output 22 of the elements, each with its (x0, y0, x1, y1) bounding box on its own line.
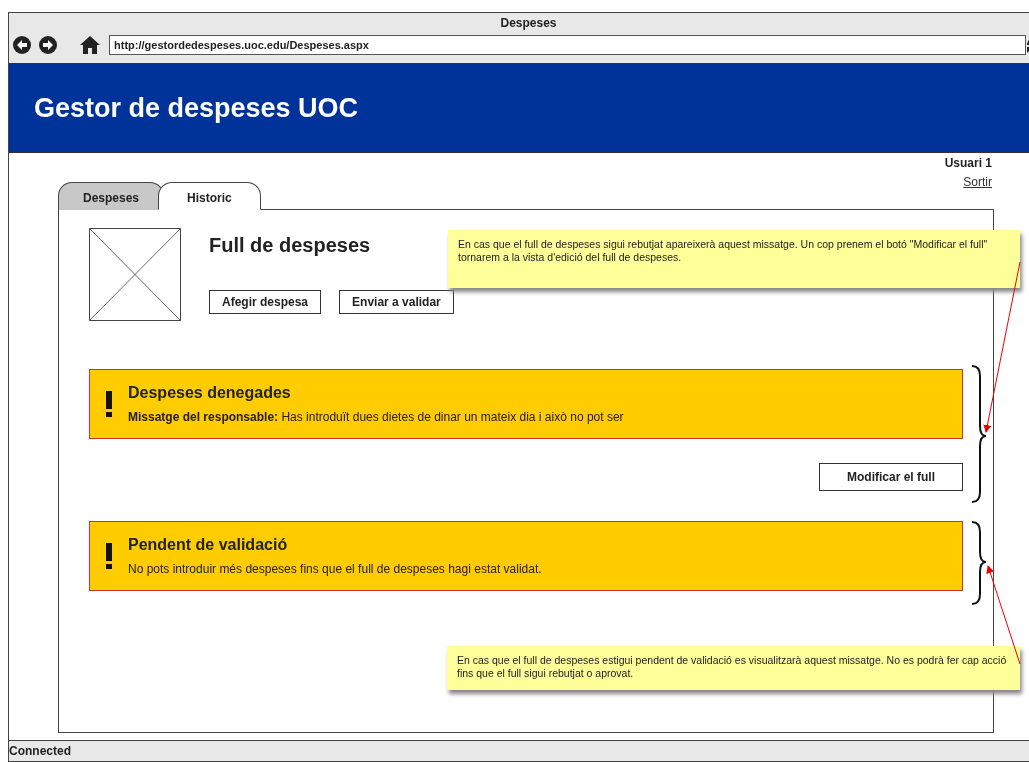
alert-message: Missatge del responsable: Has introduït dues dietes de dinar un mateix dia i això no pot ser (128, 410, 624, 424)
user-name: Usuari 1 (944, 156, 992, 170)
modify-button[interactable]: Modificar el full (819, 463, 963, 491)
status-text: Connected (9, 744, 71, 758)
app-title: Gestor de despeses UOC (34, 92, 359, 124)
warning-icon (105, 543, 113, 569)
logout-link[interactable]: Sortir (963, 175, 992, 189)
sheet-title: Full de despeses (209, 234, 372, 258)
home-icon[interactable] (79, 35, 101, 55)
alert-title: Despeses denegades (128, 384, 292, 402)
address-field[interactable]: http://gestordedespeses.uoc.edu/Despeses.aspx (109, 35, 1026, 55)
alert-message: No pots introduir més despeses fins que el full de despeses hagi estat validat. (128, 562, 542, 576)
annotation-note: En cas que el full de despeses estigui pendent de validació es visualitzarà aquest missatge. No es podrà fer cap acció fins que el full sigui rebutjat o aprovat. (447, 646, 1020, 690)
window-title: Despeses (500, 16, 557, 30)
forward-icon[interactable] (39, 36, 57, 54)
submit-button[interactable]: Enviar a validar (339, 290, 454, 314)
annotation-note: En cas que el full de despeses sigui rebutjat apareixerà aquest missatge. Un cop prenem el botó "Modificar el full" tornarem a la vista d'edició del full de despeses. (448, 230, 1020, 288)
tab[interactable]: Historic (158, 182, 261, 210)
alert-title: Pendent de validació (128, 536, 289, 554)
warning-icon (105, 391, 113, 417)
back-icon[interactable] (13, 36, 31, 54)
add-expense-button[interactable]: Afegir despesa (209, 290, 322, 314)
